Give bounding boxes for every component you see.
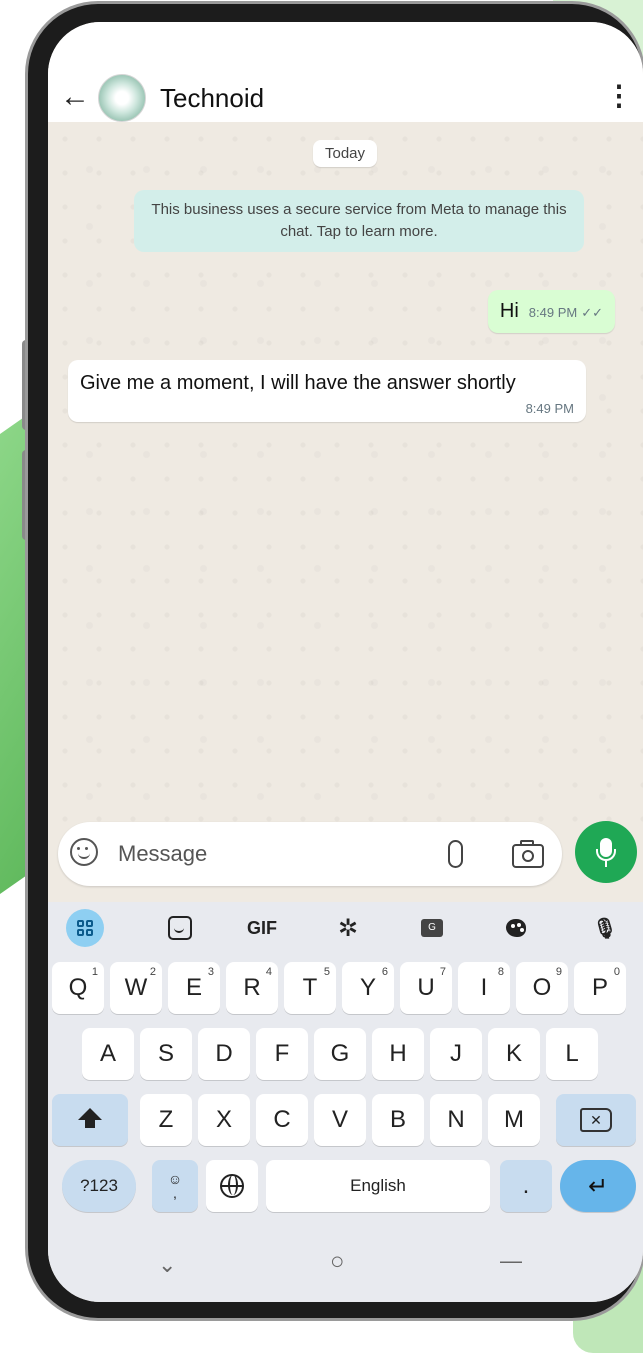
key-row: A S D F G H J K L	[48, 1028, 643, 1086]
more-vertical-icon[interactable]: ⋮	[605, 82, 633, 110]
paperclip-icon[interactable]	[448, 840, 463, 868]
key-t[interactable]: T5	[284, 962, 336, 1014]
enter-icon: ↵	[587, 1172, 609, 1200]
key-e[interactable]: E3	[168, 962, 220, 1014]
key-n[interactable]: N	[430, 1094, 482, 1146]
arrow-left-icon[interactable]: ←	[60, 82, 90, 112]
message-time: 8:49 PM	[528, 305, 578, 320]
shift-key[interactable]	[52, 1094, 128, 1146]
language-key[interactable]	[206, 1160, 258, 1212]
key-m[interactable]: M	[488, 1094, 540, 1146]
backspace-icon: ✕	[580, 1108, 612, 1132]
camera-icon[interactable]	[512, 840, 544, 868]
chat-header: ← Technoid ⋮	[48, 22, 643, 122]
key-o[interactable]: O9	[516, 962, 568, 1014]
shift-arrow-icon	[78, 1108, 102, 1128]
microphone-icon[interactable]: 🎙	[585, 910, 625, 946]
nav-recents-icon[interactable]: —	[500, 1248, 522, 1274]
key-i[interactable]: I8	[458, 962, 510, 1014]
incoming-message[interactable]: Give me a moment, I will have the answer…	[68, 360, 586, 422]
emoji-key[interactable]: ☺ ,	[152, 1160, 198, 1212]
chat-title[interactable]: Technoid	[160, 83, 264, 114]
key-p[interactable]: P0	[574, 962, 626, 1014]
key-s[interactable]: S	[140, 1028, 192, 1080]
key-k[interactable]: K	[488, 1028, 540, 1080]
key-v[interactable]: V	[314, 1094, 366, 1146]
key-j[interactable]: J	[430, 1028, 482, 1080]
avatar[interactable]	[98, 74, 146, 122]
key-q[interactable]: Q1	[52, 962, 104, 1014]
key-l[interactable]: L	[546, 1028, 598, 1080]
apps-grid-icon[interactable]	[66, 909, 104, 947]
key-c[interactable]: C	[256, 1094, 308, 1146]
backspace-key[interactable]: ✕	[556, 1094, 636, 1146]
key-h[interactable]: H	[372, 1028, 424, 1080]
system-notice[interactable]: This business uses a secure service from…	[134, 190, 584, 252]
key-b[interactable]: B	[372, 1094, 424, 1146]
read-ticks-icon: ✓✓	[581, 305, 603, 320]
key-row: Q1 W2 E3 R4 T5 Y6 U7 I8 O9 P0	[48, 962, 643, 1020]
keyboard-toolbar: GIF ✲ G 🎙	[48, 902, 643, 954]
key-z[interactable]: Z	[140, 1094, 192, 1146]
key-a[interactable]: A	[82, 1028, 134, 1080]
key-f[interactable]: F	[256, 1028, 308, 1080]
key-row: Z X C V B N M ✕	[48, 1094, 643, 1152]
outgoing-message[interactable]: Hi 8:49 PM ✓✓	[487, 290, 615, 333]
nav-back-icon[interactable]: ⌄	[158, 1252, 176, 1278]
gif-button[interactable]: GIF	[242, 910, 282, 946]
message-composer	[58, 822, 562, 886]
message-text: Give me a moment, I will have the answer…	[80, 372, 516, 394]
message-text: Hi	[499, 300, 519, 322]
phone-screen: ← Technoid ⋮ Today This business uses a …	[48, 22, 643, 1302]
palette-icon[interactable]	[496, 910, 536, 946]
key-row: ?123 ☺ , English . ↵	[48, 1160, 643, 1218]
key-w[interactable]: W2	[110, 962, 162, 1014]
voice-record-button[interactable]	[575, 821, 637, 883]
smiley-icon[interactable]	[70, 838, 98, 866]
key-y[interactable]: Y6	[342, 962, 394, 1014]
enter-key[interactable]: ↵	[560, 1160, 636, 1212]
key-d[interactable]: D	[198, 1028, 250, 1080]
system-nav-bar: ⌄ ○ —	[48, 1244, 643, 1284]
date-chip: Today	[313, 140, 378, 167]
nav-home-icon[interactable]: ○	[330, 1248, 345, 1276]
gear-icon[interactable]: ✲	[328, 910, 368, 946]
translate-icon[interactable]: G	[412, 910, 452, 946]
key-g[interactable]: G	[314, 1028, 366, 1080]
message-time: 8:49 PM	[525, 401, 574, 416]
key-u[interactable]: U7	[400, 962, 452, 1014]
sticker-icon[interactable]	[160, 910, 200, 946]
globe-icon	[220, 1174, 244, 1198]
message-input[interactable]	[116, 835, 420, 873]
emoji-icon: ☺	[167, 1171, 183, 1187]
period-key[interactable]: .	[500, 1160, 552, 1212]
symbols-key[interactable]: ?123	[62, 1160, 136, 1212]
key-x[interactable]: X	[198, 1094, 250, 1146]
space-key[interactable]: English	[266, 1160, 490, 1212]
key-r[interactable]: R4	[226, 962, 278, 1014]
keyboard: GIF ✲ G 🎙 Q1 W2 E3 R4 T5 Y6 U7 I8 O9 P0 …	[48, 902, 643, 1302]
